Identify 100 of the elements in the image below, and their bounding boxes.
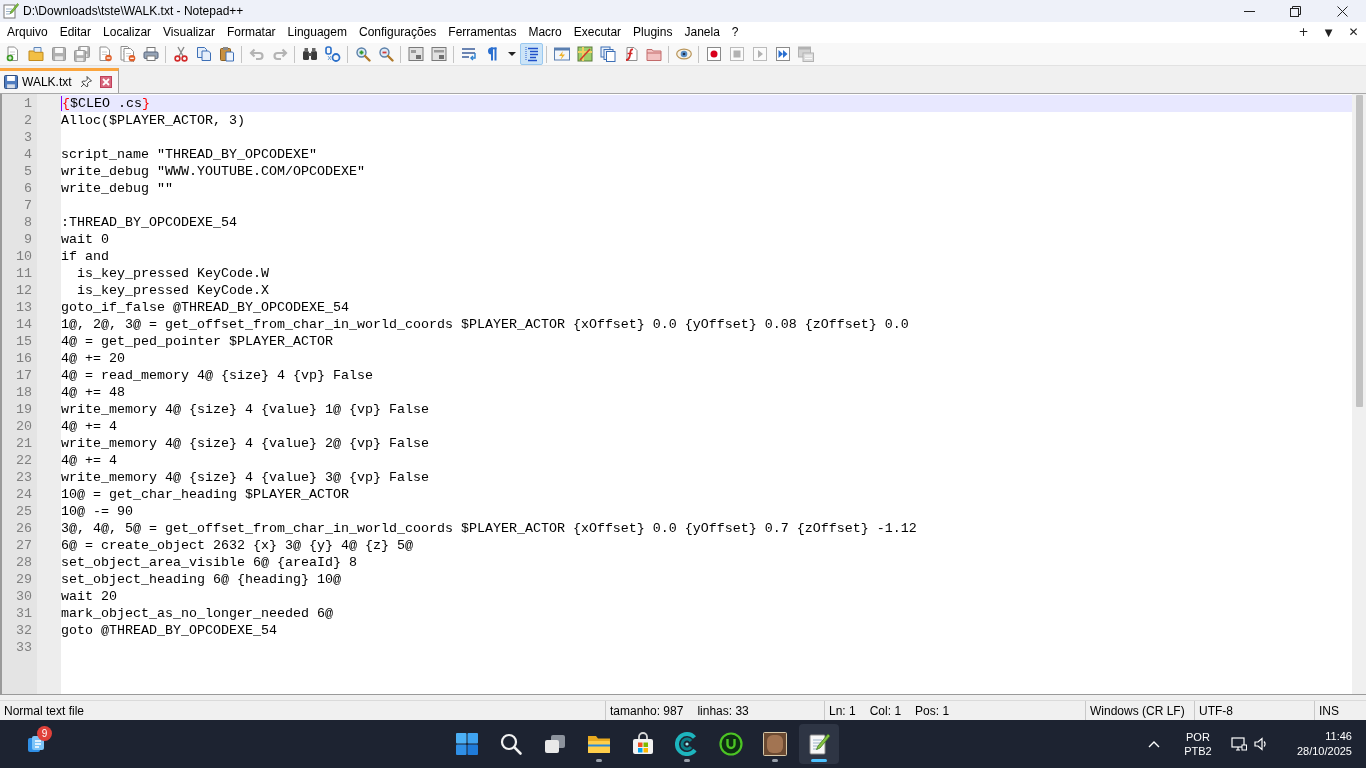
line-number: 9 xyxy=(23,230,32,248)
line-number: 6 xyxy=(23,179,32,197)
code-line: write_memory 4@ {size} 4 {value} 2@ {vp} False xyxy=(61,434,429,452)
line-number: 17 xyxy=(15,366,32,384)
line-number: 24 xyxy=(15,485,32,503)
code-line: set_object_heading 6@ {heading} 10@ xyxy=(61,570,341,588)
code-line: 10@ = get_char_heading $PLAYER_ACTOR xyxy=(61,485,349,503)
code-line: wait 0 xyxy=(61,230,109,248)
document-minus-icon xyxy=(96,46,113,62)
code-line: is_key_pressed KeyCode.X xyxy=(76,281,269,299)
floppy-disks-icon xyxy=(73,46,90,62)
widgets-button[interactable]: 9 xyxy=(14,724,58,765)
line-number: 5 xyxy=(23,162,32,180)
code-line: Alloc($PLAYER_ACTOR, 3) xyxy=(61,111,245,129)
menu-item[interactable]: Ferramentas xyxy=(442,22,523,43)
line-number: 29 xyxy=(15,570,32,588)
speaker-icon xyxy=(1252,736,1269,753)
notepad-icon xyxy=(3,3,19,19)
line-number: 25 xyxy=(15,502,32,520)
line-number: 8 xyxy=(23,213,32,231)
search-icon xyxy=(499,732,523,757)
vertical-scrollbar[interactable] xyxy=(1352,93,1366,695)
line-number: 33 xyxy=(15,638,32,656)
code-line: if and xyxy=(61,247,109,265)
line-number: 23 xyxy=(15,468,32,486)
eye-icon xyxy=(675,46,692,62)
menu-item[interactable]: Executar xyxy=(567,22,628,43)
line-number: 27 xyxy=(15,536,32,554)
menu-item[interactable]: Janela xyxy=(678,22,726,43)
code-line: write_debug "" xyxy=(61,179,173,197)
menu-item[interactable]: Macro xyxy=(522,22,568,43)
line-number: 18 xyxy=(15,383,32,401)
zoom-in-icon xyxy=(354,46,371,62)
lightning-window-icon xyxy=(553,46,570,62)
binoculars-icon xyxy=(301,46,318,62)
vertical-sync-icon xyxy=(407,46,424,62)
line-number: 30 xyxy=(15,587,32,605)
code-line: write_debug "WWW.YOUTUBE.COM/OPCODEXE" xyxy=(61,162,365,180)
menu-item[interactable]: Linguagem xyxy=(281,22,353,43)
line-number: 16 xyxy=(15,349,32,367)
menu-item[interactable]: Formatar xyxy=(220,22,282,43)
line-number: 32 xyxy=(15,621,32,639)
input-language-button[interactable]: POR PTB2 xyxy=(1176,724,1219,765)
close-button[interactable]: ✕ xyxy=(1341,22,1366,43)
line-number: 28 xyxy=(15,553,32,571)
scrollbar-thumb[interactable] xyxy=(1355,94,1363,407)
status-text: INS xyxy=(1319,703,1339,718)
notepad-button[interactable] xyxy=(799,724,839,765)
code-line: 4@ += 4 xyxy=(61,417,117,435)
folder-icon xyxy=(27,46,44,62)
notification-badge: 9 xyxy=(37,726,52,742)
notepad-icon xyxy=(807,732,831,757)
status-text: Col: 1 xyxy=(869,703,902,718)
menu-item[interactable]: Configurações xyxy=(352,22,443,43)
status-text: UTF-8 xyxy=(1199,703,1233,718)
code-line: script_name "THREAD_BY_OPCODEXE" xyxy=(61,145,317,163)
clock-button[interactable]: 11:46 28/10/2025 xyxy=(1286,724,1360,765)
window-title: D:\Downloads\tste\WALK.txt - Notepad++ xyxy=(23,4,245,18)
code-line: 4@ += 20 xyxy=(61,349,125,367)
menu-item[interactable]: Localizar xyxy=(97,22,158,43)
code-line: write_memory 4@ {size} 4 {value} 3@ {vp} False xyxy=(61,468,429,486)
start-icon xyxy=(455,732,479,757)
menu-item[interactable]: Plugins xyxy=(627,22,679,43)
line-number: 20 xyxy=(15,417,32,435)
line-number: 4 xyxy=(23,145,32,163)
line-number: 14 xyxy=(15,315,32,333)
horizontal-sync-icon xyxy=(430,46,447,62)
copy-icon xyxy=(195,46,212,62)
line-number: 21 xyxy=(15,434,32,452)
close-icon xyxy=(1336,5,1348,17)
shopping-bag-icon xyxy=(631,732,655,757)
line-number: 7 xyxy=(23,196,32,214)
pin-icon[interactable] xyxy=(79,75,93,89)
close-icon[interactable] xyxy=(99,75,112,88)
network-icon xyxy=(1230,736,1247,753)
play-icon xyxy=(751,46,768,62)
menu-item[interactable]: Arquivo xyxy=(1,22,54,43)
code-line: {$CLEO .cs} xyxy=(62,94,150,112)
restore-icon xyxy=(1289,5,1301,17)
menu-item[interactable]: Visualizar xyxy=(157,22,221,43)
text-caret xyxy=(61,95,62,111)
chevron-up-icon xyxy=(1147,740,1160,749)
menu-item[interactable]: Editar xyxy=(53,22,98,43)
indent-guide-icon xyxy=(523,46,540,62)
code-line: mark_object_as_no_longer_needed 6@ xyxy=(61,604,333,622)
map-icon xyxy=(576,46,593,62)
code-line: is_key_pressed KeyCode.W xyxy=(76,264,269,282)
word-wrap-icon xyxy=(460,46,477,62)
new-tab-button[interactable]: + xyxy=(1291,22,1316,43)
redo-arrow-icon xyxy=(271,46,288,62)
undo-arrow-icon xyxy=(248,46,265,62)
line-number: 10 xyxy=(15,247,32,265)
fast-forward-icon xyxy=(774,46,791,62)
code-line: 4@ += 4 xyxy=(61,451,117,469)
menu-item[interactable]: ? xyxy=(725,22,745,43)
status-text: tamanho: 987 xyxy=(610,703,684,718)
indent-guide-button[interactable] xyxy=(520,43,543,65)
line-number: 26 xyxy=(15,519,32,537)
file-tab[interactable]: WALK.txt xyxy=(0,67,119,93)
tab-list-button[interactable]: ▼ xyxy=(1316,22,1341,43)
